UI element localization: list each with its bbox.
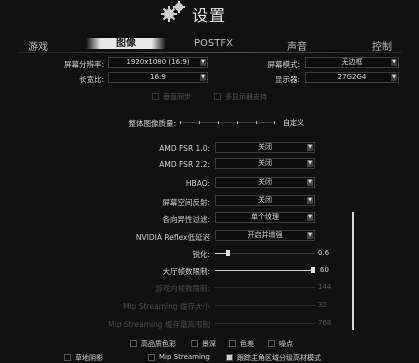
anisotropic-dropdown[interactable]: 单个纹理 ▼ [215,212,315,223]
lobby-fps-value: 60 [320,266,329,274]
reflex-label: NVIDIA Reflex低延迟 [135,233,210,242]
quality-tick [218,121,219,124]
chevron-down-icon: ▼ [200,74,206,81]
display-dropdown[interactable]: 27G2G4 ▼ [305,72,399,83]
ssr-label: 屏幕空间反射: [162,198,210,207]
chevron-down-icon: ▼ [307,179,313,186]
tab-game[interactable]: 游戏 [28,38,48,53]
mip-budget-slider[interactable] [215,323,315,324]
quality-tick [274,121,275,124]
quality-label: 整体图像质量: [128,119,176,128]
fsr2-value: 关闭 [258,159,272,167]
gears-icon [160,0,188,24]
hq-color-checkbox[interactable] [130,340,137,347]
anisotropic-label: 各向异性过滤: [162,215,210,224]
chevron-down-icon: ▼ [391,74,397,81]
display-label: 显示器: [274,75,300,84]
chevron-down-icon: ▼ [200,59,206,66]
aspect-value: 16:9 [150,73,166,81]
fsr1-value: 关闭 [258,143,272,151]
chevron-down-icon: ▼ [307,214,313,221]
vsync-label: 垂直同步 [163,93,191,101]
lobby-fps-label: 大厅帧数限制: [162,267,210,276]
hbao-label: HBAO: [185,179,210,188]
zone-label: 跟踪主角区域分级高材模式 [237,354,321,362]
chromatic-checkbox[interactable] [229,340,236,347]
quality-tick [199,121,200,124]
hq-color-label: 高品质色彩 [141,340,176,348]
tab-divider [18,52,402,53]
sharpen-knob[interactable] [226,250,230,256]
fsr2-label: AMD FSR 2.2: [159,160,210,169]
tab-sound[interactable]: 声音 [287,38,307,53]
chevron-down-icon: ▼ [307,144,313,151]
reflex-value: 开启并增强 [247,231,283,239]
hbao-dropdown[interactable]: 关闭 ▼ [215,177,315,188]
fsr1-label: AMD FSR 1.0: [159,144,210,153]
quality-value: 自定义 [283,119,304,127]
chevron-down-icon: ▼ [307,197,313,204]
aspect-label: 长宽比: [78,75,104,84]
quality-tick [256,121,257,124]
screen-mode-label: 屏幕模式: [267,60,300,69]
fsr1-dropdown[interactable]: 关闭 ▼ [215,142,315,153]
resolution-value: 1920x1080 (16:9) [126,58,190,66]
lobby-fps-slider[interactable] [215,267,315,273]
mip-budget-label: Mip Streaming 缓存最高限制 [108,320,210,329]
multimonitor-checkbox[interactable] [214,93,221,100]
quality-tick [237,121,238,124]
mip-budget-value: 768 [318,319,332,327]
anisotropic-value: 单个纹理 [251,213,279,221]
sharpen-value: 0.6 [318,249,330,257]
screen-mode-dropdown[interactable]: 无边框 ▼ [305,57,399,68]
dof-checkbox[interactable] [191,340,198,347]
chromatic-label: 色差 [240,340,254,348]
chevron-down-icon: ▼ [307,160,313,167]
ingame-fps-label: 游戏内帧数限制: [154,284,210,293]
sharpen-label: 锐化: [192,250,210,259]
tab-controls[interactable]: 控制 [372,38,392,53]
quality-slider[interactable] [180,121,275,124]
resolution-dropdown[interactable]: 1920x1080 (16:9) ▼ [108,57,208,68]
display-value: 27G2G4 [337,73,367,81]
noise-checkbox[interactable] [268,340,275,347]
grass-shadow-label: 草地阴影 [75,354,103,362]
scrollbar-thumb[interactable] [352,212,354,330]
quality-tick [180,121,181,124]
tab-postfx[interactable]: POSTFX [194,38,233,49]
chevron-down-icon: ▼ [307,232,313,239]
multimonitor-label: 多显示器支持 [225,93,267,101]
tab-graphics[interactable]: 图像 [86,38,166,49]
vsync-checkbox[interactable] [152,93,159,100]
ingame-fps-slider[interactable] [215,287,315,288]
noise-label: 噪点 [279,340,293,348]
ssr-dropdown[interactable]: 关闭 ▼ [215,195,315,206]
lobby-fps-fill [215,270,315,271]
screen-mode-value: 无边框 [341,58,363,66]
mip-pool-value: 32 [318,301,327,309]
reflex-dropdown[interactable]: 开启并增强 ▼ [215,230,315,241]
lobby-fps-knob[interactable] [311,267,315,273]
ingame-fps-value: 144 [318,283,332,291]
mip-pool-slider[interactable] [215,305,315,306]
resolution-label: 屏幕分辨率: [63,60,104,69]
hbao-value: 关闭 [258,178,272,186]
page-title: 设置 [192,6,227,25]
aspect-dropdown[interactable]: 16:9 ▼ [108,72,208,83]
sharpen-slider[interactable] [215,250,315,256]
fsr2-dropdown[interactable]: 关闭 ▼ [215,158,315,169]
ssr-value: 关闭 [258,196,272,204]
dof-label: 景深 [202,340,216,348]
chevron-down-icon: ▼ [391,59,397,66]
mip-pool-label: Mip Streaming 缓存大小 [123,302,210,311]
